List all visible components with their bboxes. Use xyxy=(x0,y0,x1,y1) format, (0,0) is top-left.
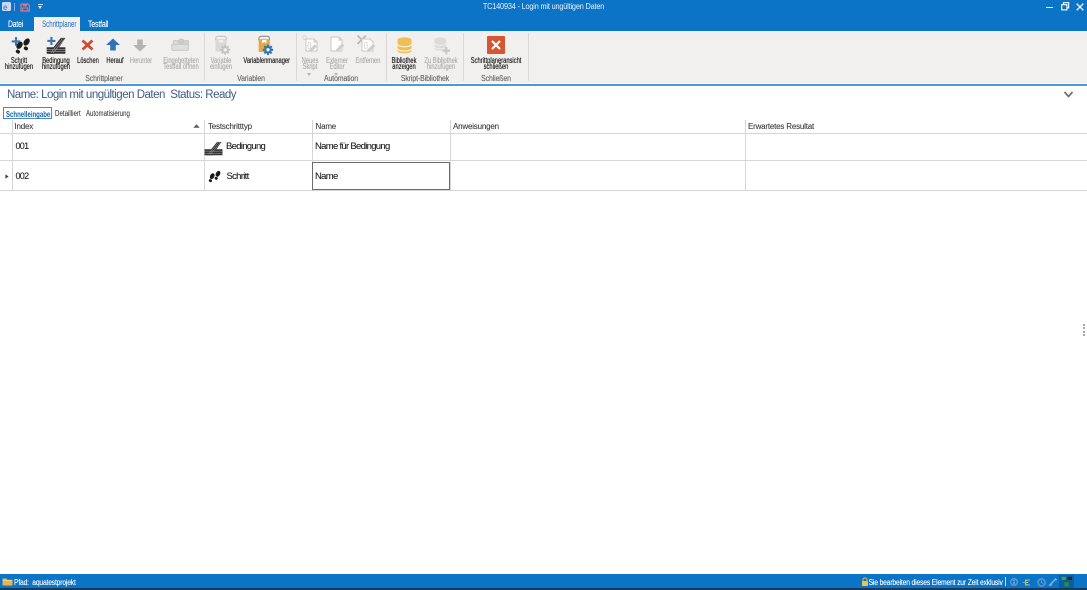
svg-text:{}: {} xyxy=(364,43,369,50)
